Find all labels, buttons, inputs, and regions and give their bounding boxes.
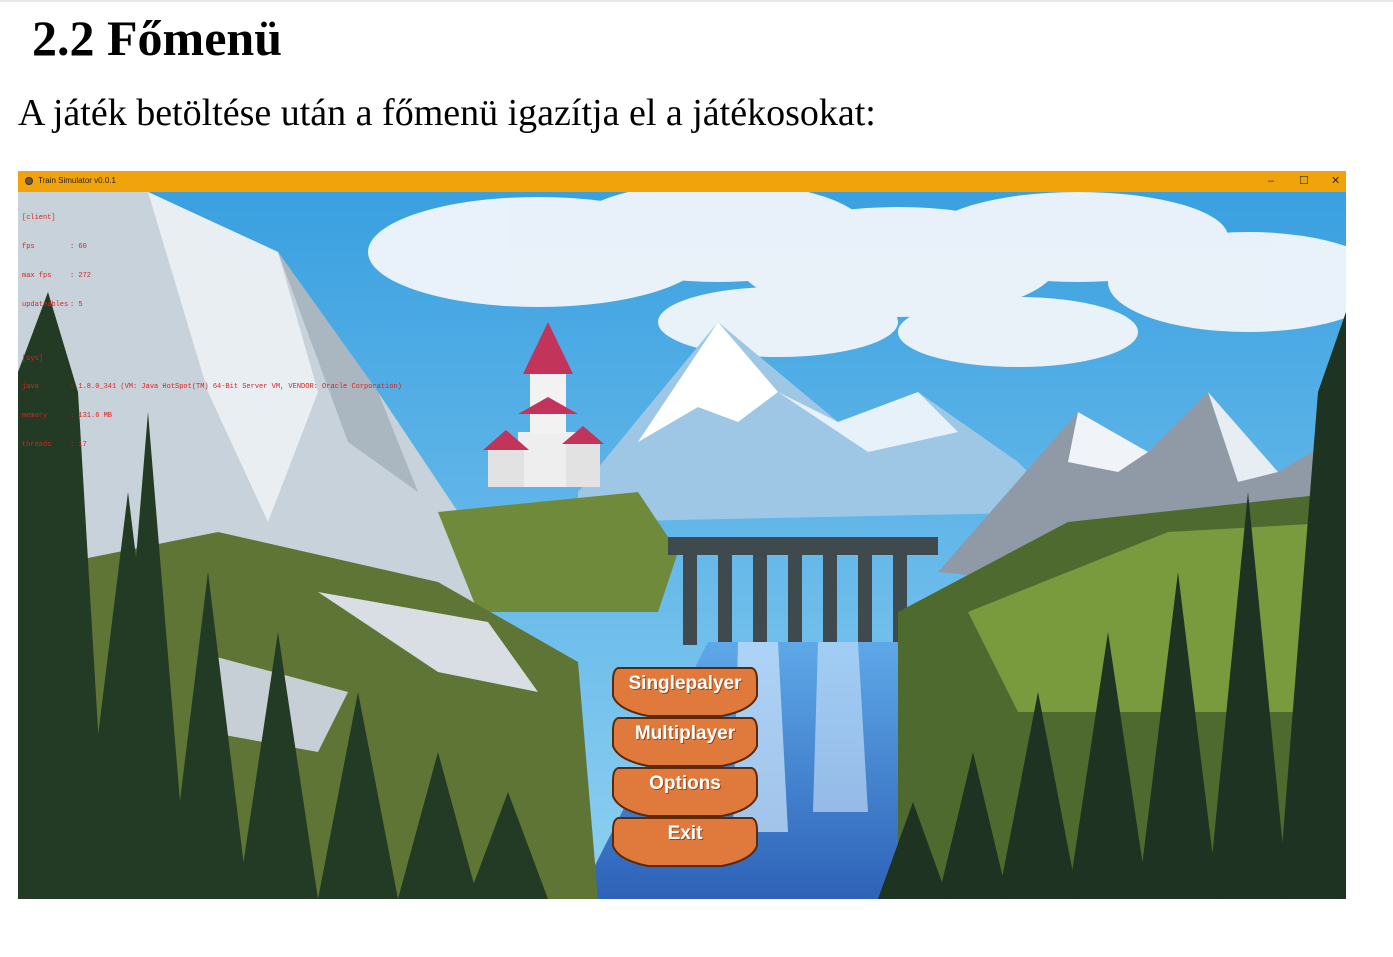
singleplayer-label: Singlepalyer xyxy=(628,673,742,694)
debug-client-header: [client] xyxy=(22,214,56,223)
debug-line: java: 1.8.0_341 (VM: Java HotSpot(TM) 64… xyxy=(22,383,402,392)
singleplayer-button[interactable]: Singlepalyer xyxy=(612,666,758,718)
maximize-button[interactable]: ☐ xyxy=(1299,174,1309,188)
minimize-button[interactable]: – xyxy=(1268,174,1274,188)
debug-line: memory: 131.6 MB xyxy=(22,412,113,421)
debug-line: updateables: 5 xyxy=(22,300,83,309)
game-viewport: [client] fps: 60 max fps: 272 updateable… xyxy=(18,192,1346,899)
section-heading: 2.2 Főmenü xyxy=(32,10,282,66)
multiplayer-label: Multiplayer xyxy=(634,723,736,744)
app-icon xyxy=(25,177,33,185)
options-label: Options xyxy=(649,773,721,794)
multiplayer-button[interactable]: Multiplayer xyxy=(612,716,758,768)
exit-button[interactable]: Exit xyxy=(612,816,758,868)
page-top-rule xyxy=(0,0,1393,2)
debug-line: fps: 60 xyxy=(22,242,87,251)
intro-paragraph: A játék betöltése után a főmenü igazítja… xyxy=(18,92,876,134)
debug-line: threads: 17 xyxy=(22,440,87,449)
debug-line: max fps: 272 xyxy=(22,271,92,280)
options-button[interactable]: Options xyxy=(612,766,758,818)
debug-overlay: [client] fps: 60 max fps: 272 updateable… xyxy=(22,195,402,470)
close-button[interactable]: ✕ xyxy=(1331,174,1340,188)
debug-sys-header: [sys] xyxy=(22,354,44,363)
game-screenshot: Train Simulator v0.0.1 – ☐ ✕ [client] fp… xyxy=(18,171,1346,899)
window-title: Train Simulator v0.0.1 xyxy=(38,176,116,185)
window-titlebar[interactable]: Train Simulator v0.0.1 – ☐ ✕ xyxy=(18,171,1346,192)
exit-label: Exit xyxy=(667,823,703,844)
